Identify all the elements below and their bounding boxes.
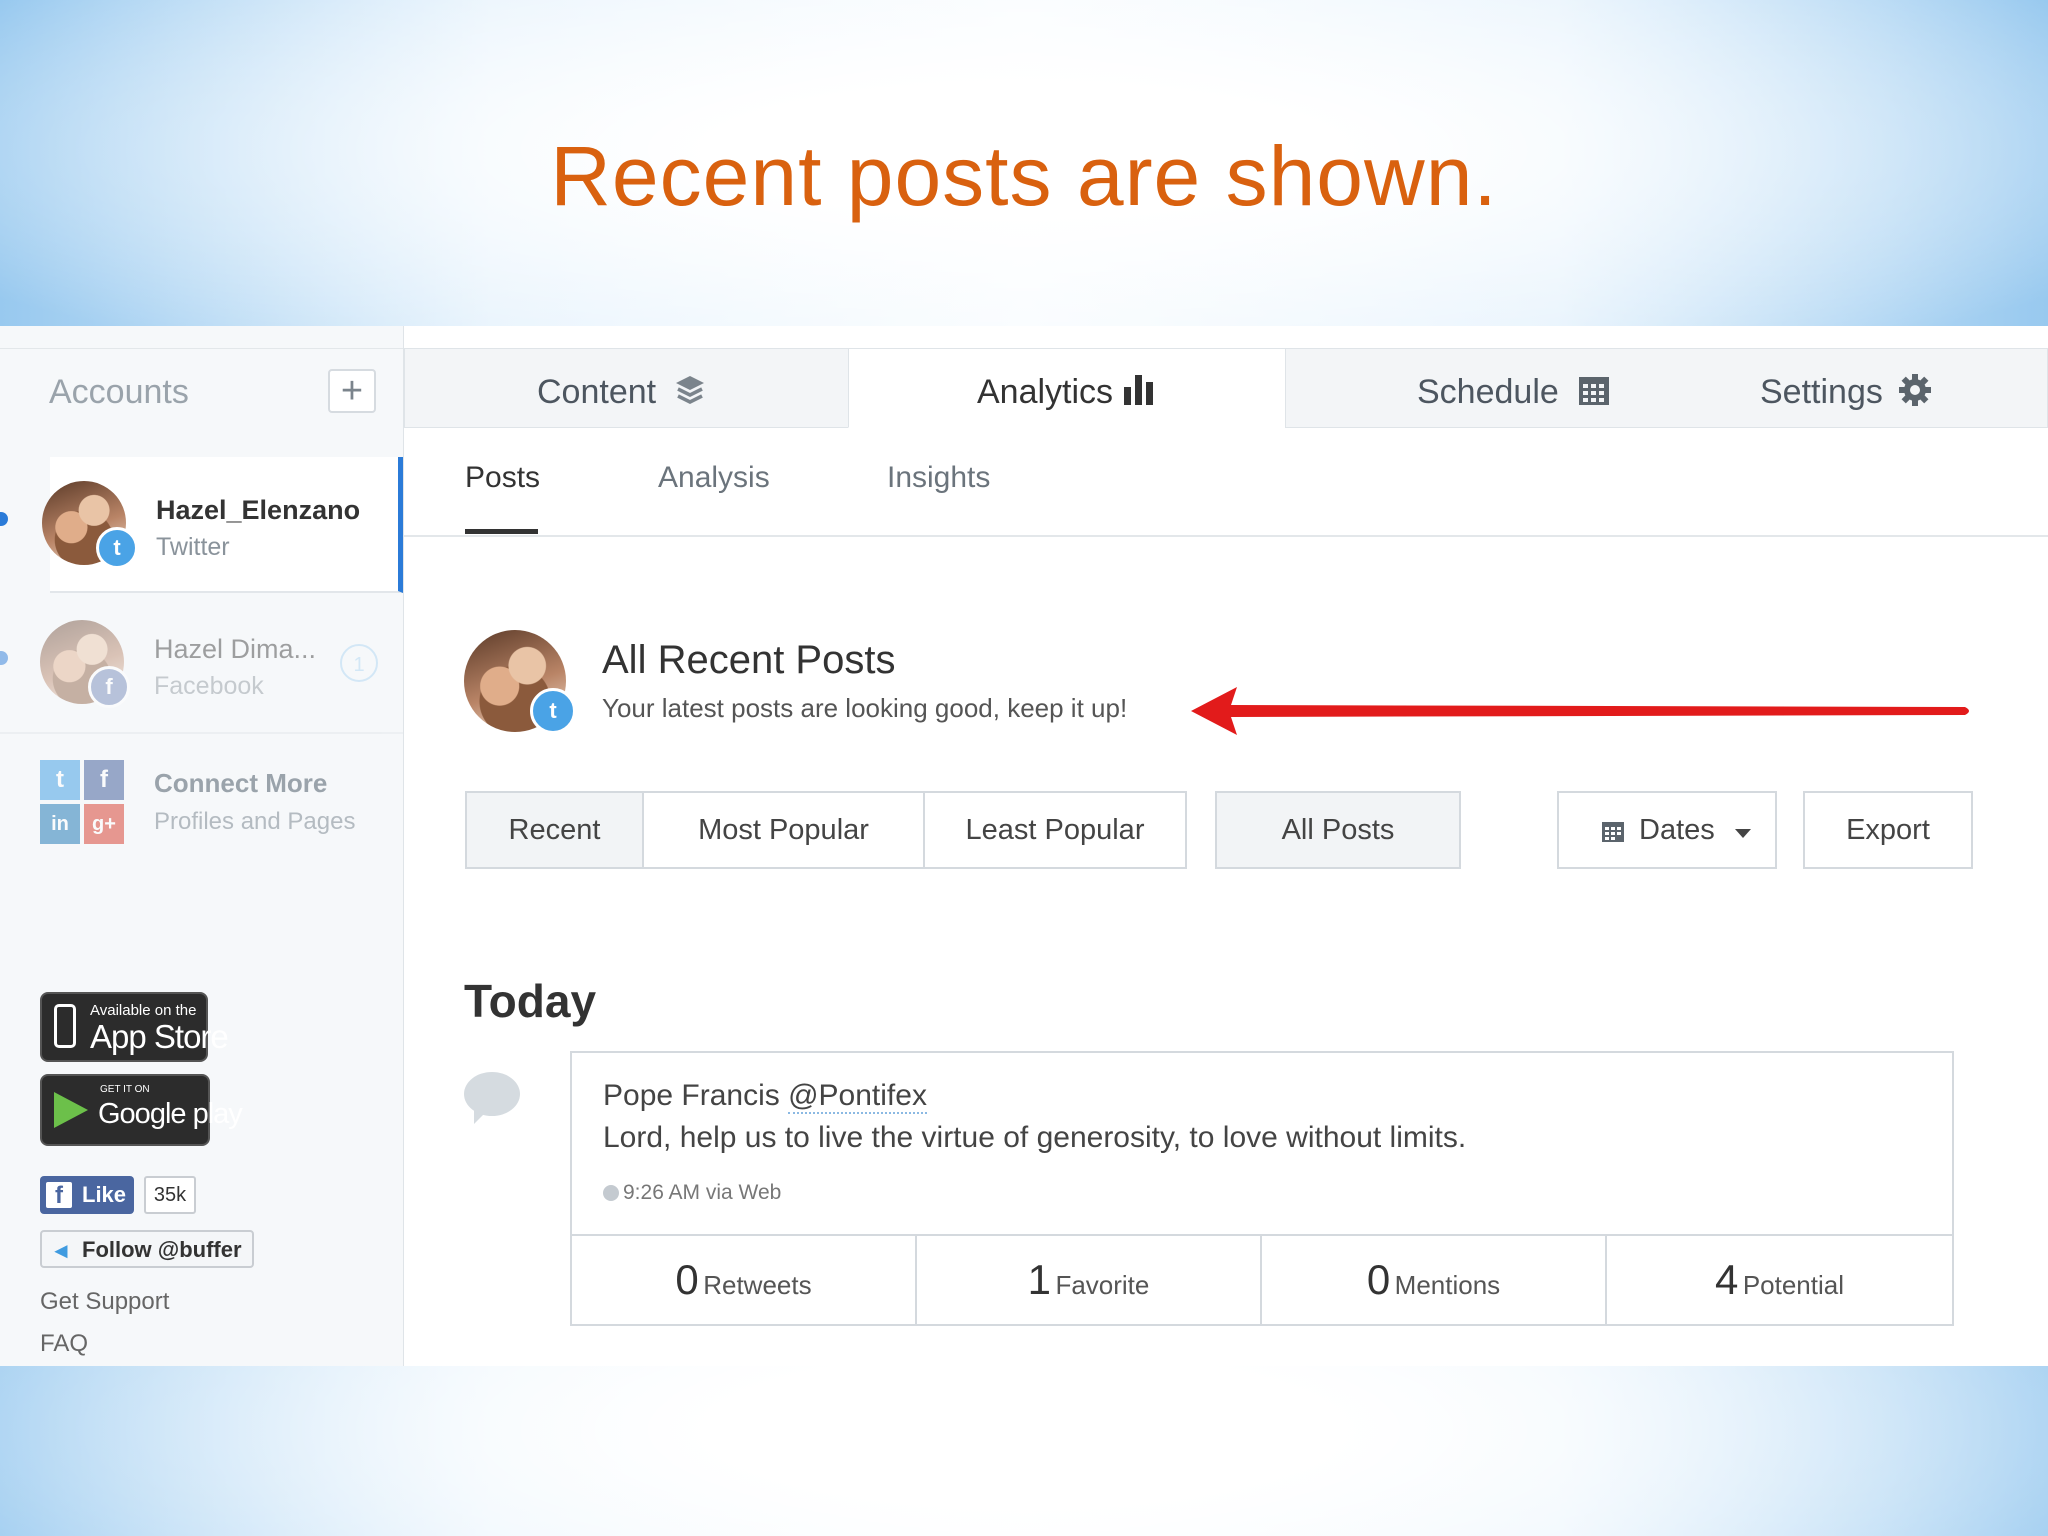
stat-mentions: 0 Mentions — [1262, 1236, 1607, 1326]
account-row-facebook[interactable]: f Hazel Dima... Facebook 1 — [0, 596, 403, 734]
subtab-analysis[interactable]: Analysis — [658, 461, 770, 495]
account-row-twitter[interactable]: t Hazel_Elenzano Twitter — [42, 457, 403, 593]
google-plus-icon: g+ — [84, 804, 124, 844]
add-account-button[interactable]: + — [328, 369, 376, 413]
slide-title: Recent posts are shown. — [550, 129, 1498, 223]
calendar-icon — [1579, 377, 1609, 405]
google-play-small-text: GET IT ON — [100, 1084, 150, 1095]
stat-number: 4 — [1715, 1256, 1739, 1303]
subtab-posts[interactable]: Posts — [465, 461, 540, 495]
twitter-bird-icon: ◄ — [50, 1238, 72, 1263]
stat-label: Mentions — [1394, 1270, 1501, 1300]
stat-number: 1 — [1027, 1256, 1051, 1303]
tab-content[interactable]: Content — [404, 348, 849, 428]
follow-label: Follow @buffer — [82, 1237, 242, 1262]
tab-content-label: Content — [537, 373, 657, 411]
notification-count-badge: 1 — [340, 644, 378, 682]
stat-potential: 4 Potential — [1607, 1236, 1952, 1326]
stat-label: Potential — [1742, 1270, 1844, 1300]
faq-link[interactable]: FAQ — [40, 1330, 88, 1358]
app-store-label: App Store — [90, 1018, 229, 1055]
app-window: Accounts + t Hazel_Elenzano Twitter f Ha… — [0, 326, 2048, 1366]
like-label: Like — [82, 1182, 127, 1207]
facebook-icon: f — [88, 666, 130, 708]
active-indicator-dot — [0, 512, 8, 526]
filter-least-popular[interactable]: Least Popular — [923, 791, 1187, 869]
subtab-insights[interactable]: Insights — [887, 461, 990, 495]
layers-icon — [676, 376, 704, 404]
post-author-line: Pope Francis @Pontifex — [603, 1079, 927, 1114]
stat-retweets: 0 Retweets — [572, 1236, 917, 1326]
tab-analytics-label: Analytics — [977, 373, 1114, 411]
dates-dropdown[interactable]: Dates — [1557, 791, 1777, 869]
accounts-title: Accounts — [49, 373, 189, 411]
post-handle-link[interactable]: @Pontifex — [788, 1079, 927, 1114]
sub-tabs: Posts Analysis Insights — [404, 429, 2048, 537]
tab-schedule[interactable]: Schedule Settings — [1285, 348, 2048, 428]
twitter-icon: t — [40, 760, 80, 800]
page-subtitle: Your latest posts are looking good, keep… — [602, 693, 1128, 723]
twitter-icon: t — [96, 527, 138, 569]
account-name: Hazel_Elenzano — [156, 495, 361, 525]
stat-label: Favorite — [1055, 1270, 1150, 1300]
google-play-button[interactable]: GET IT ON Google play — [40, 1074, 243, 1146]
app-store-small-text: Available on the — [90, 1002, 197, 1019]
all-posts-button[interactable]: All Posts — [1215, 791, 1461, 869]
stat-number: 0 — [675, 1256, 699, 1303]
export-button[interactable]: Export — [1803, 791, 1973, 869]
post-card: Pope Francis @Pontifex Lord, help us to … — [570, 1051, 1954, 1326]
gear-icon[interactable] — [1898, 373, 1932, 407]
tab-analytics[interactable]: Analytics — [848, 348, 1286, 428]
stat-label: Retweets — [703, 1270, 812, 1300]
account-network: Twitter — [156, 533, 230, 561]
post-time-source: 9:26 AM via Web — [623, 1181, 782, 1204]
facebook-icon: f — [84, 760, 124, 800]
connect-more-link[interactable]: Connect More — [154, 768, 327, 799]
accounts-header: Accounts + — [0, 348, 403, 429]
clock-icon — [603, 1185, 619, 1201]
like-count: 35k — [144, 1176, 196, 1214]
post-text: Lord, help us to live the virtue of gene… — [603, 1121, 1467, 1154]
feed-group-heading: Today — [464, 975, 597, 1027]
top-nav: Content Analytics Schedule Settings — [404, 348, 2048, 429]
tab-settings-label[interactable]: Settings — [1760, 373, 1883, 412]
facebook-icon: f — [46, 1182, 72, 1209]
dates-label: Dates — [1639, 814, 1715, 846]
post-meta: 9:26 AM via Web — [603, 1181, 781, 1205]
active-subtab-underline — [465, 529, 538, 534]
twitter-icon: t — [530, 688, 576, 734]
red-arrow-annotation — [1191, 687, 1969, 735]
phone-icon — [54, 1004, 76, 1048]
google-play-icon — [54, 1092, 88, 1128]
filter-most-popular[interactable]: Most Popular — [642, 791, 925, 869]
connect-more-icons[interactable]: t f in g+ — [40, 760, 124, 844]
bar-chart-icon — [1124, 375, 1153, 405]
sidebar: Accounts + t Hazel_Elenzano Twitter f Ha… — [0, 326, 404, 1366]
post-author: Pope Francis — [603, 1079, 780, 1112]
account-network: Facebook — [154, 672, 264, 700]
get-support-link[interactable]: Get Support — [40, 1288, 169, 1316]
post-stats: 0 Retweets 1 Favorite 0 Mentions 4 Poten… — [572, 1234, 1952, 1326]
page-title: All Recent Posts — [602, 638, 896, 682]
linkedin-icon: in — [40, 804, 80, 844]
comment-icon-tail — [474, 1106, 492, 1124]
tab-schedule-label: Schedule — [1417, 373, 1559, 411]
stat-number: 0 — [1366, 1256, 1391, 1303]
chevron-down-icon — [1735, 829, 1751, 838]
comment-icon — [464, 1072, 520, 1116]
account-name: Hazel Dima... — [154, 634, 317, 664]
app-store-button[interactable]: Available on the App Store — [40, 992, 229, 1062]
connect-more-sublabel: Profiles and Pages — [154, 808, 356, 835]
twitter-follow-button[interactable]: ◄ Follow @buffer — [40, 1230, 254, 1268]
filter-recent[interactable]: Recent — [465, 791, 644, 869]
facebook-like-button[interactable]: f Like — [40, 1176, 134, 1214]
stat-favorites: 1 Favorite — [917, 1236, 1262, 1326]
calendar-icon — [1602, 822, 1624, 842]
google-play-label: Google play — [98, 1098, 243, 1130]
